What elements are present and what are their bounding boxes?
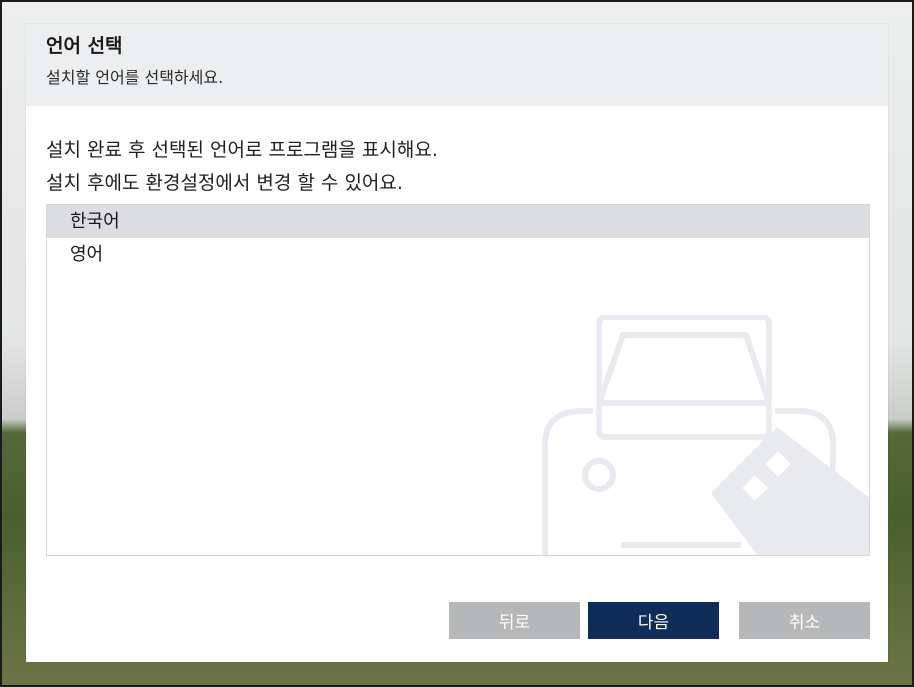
dialog-header: 언어 선택 설치할 언어를 선택하세요.	[26, 24, 888, 106]
cancel-button[interactable]: 취소	[739, 602, 870, 639]
language-list[interactable]: 한국어 영어	[46, 204, 870, 556]
language-select-dialog: 언어 선택 설치할 언어를 선택하세요. 설치 완료 후 선택된 언어로 프로그…	[26, 24, 888, 662]
description-line-1: 설치 완료 후 선택된 언어로 프로그램을 표시해요.	[46, 139, 438, 161]
next-button[interactable]: 다음	[588, 602, 719, 639]
dialog-description: 설치 완료 후 선택된 언어로 프로그램을 표시해요. 설치 후에도 환경설정에…	[46, 134, 438, 200]
back-button[interactable]: 뒤로	[449, 602, 580, 639]
dialog-title: 언어 선택	[46, 35, 123, 57]
car-watermark-icon	[542, 315, 869, 555]
list-item-english[interactable]: 영어	[47, 238, 869, 271]
description-line-2: 설치 후에도 환경설정에서 변경 할 수 있어요.	[46, 172, 403, 194]
list-item-korean[interactable]: 한국어	[47, 205, 869, 238]
dialog-subtitle: 설치할 언어를 선택하세요.	[46, 68, 224, 87]
